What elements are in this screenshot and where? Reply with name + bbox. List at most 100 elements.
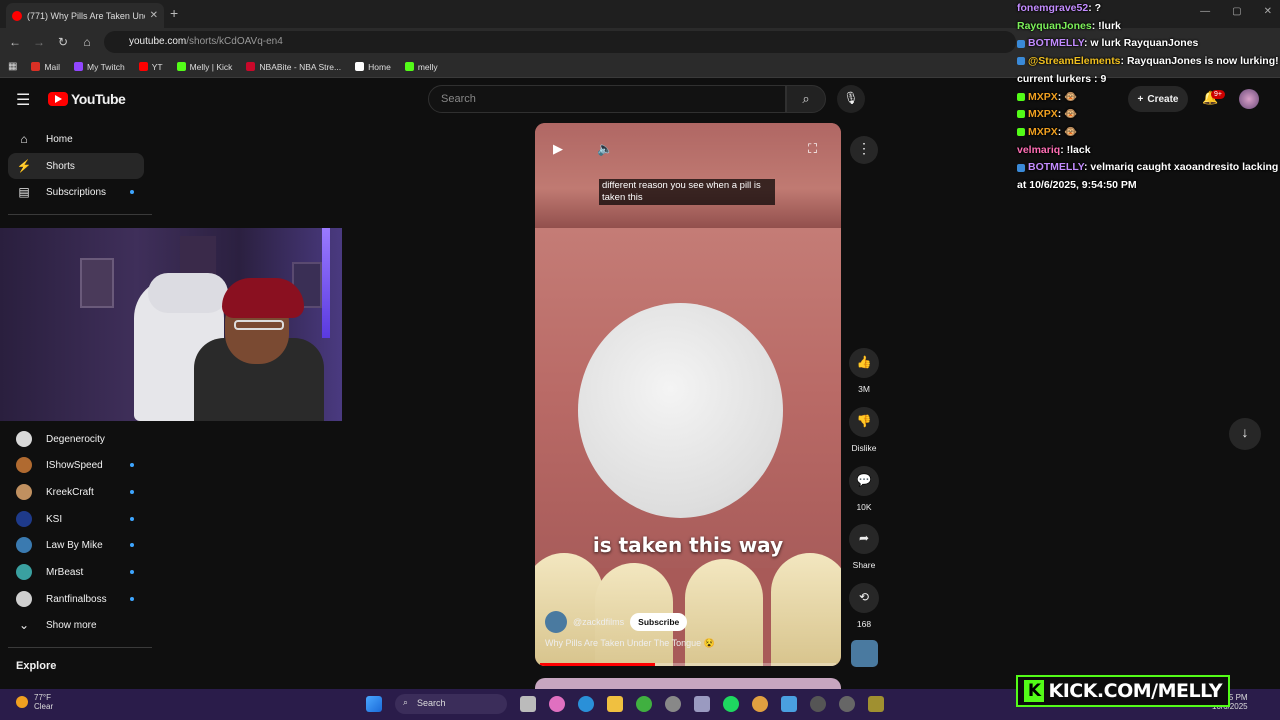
chat-username: @StreamElements <box>1028 55 1121 68</box>
subscribe-button[interactable]: Subscribe <box>630 613 688 631</box>
bookmark-melly-kick[interactable]: Melly | Kick <box>176 62 232 72</box>
media-player-icon[interactable] <box>810 696 826 712</box>
chat-message: @StreamElements: RayquanJones is now lur… <box>1017 53 1280 71</box>
chevron-down-icon: ⌄ <box>18 618 30 632</box>
fullscreen-icon[interactable]: ⛶ <box>808 141 817 157</box>
app-icon[interactable] <box>868 696 884 712</box>
bookmark-home[interactable]: Home <box>355 62 391 72</box>
remix-source-thumbnail[interactable] <box>851 640 878 667</box>
chat-username: RayquanJones <box>1017 19 1092 32</box>
new-tab-button[interactable]: + <box>170 5 178 21</box>
chat-text: : ? <box>1088 2 1102 14</box>
chat-message: MXPX: 🐵 <box>1017 89 1280 107</box>
like-button[interactable]: 👍 3M <box>849 348 879 394</box>
youtube-logo[interactable]: YouTube <box>48 91 126 107</box>
forward-icon[interactable]: → <box>27 35 51 49</box>
tooth <box>771 553 841 666</box>
top-caption: different reason you see when a pill is … <box>599 179 775 205</box>
shorts-player[interactable]: different reason you see when a pill is … <box>535 123 841 666</box>
taskbar-search[interactable]: ⌕ Search <box>395 694 507 714</box>
sidebar-item-home[interactable]: ⌂ Home <box>8 126 144 152</box>
chat-message: current lurkers : 9 <box>1017 71 1280 89</box>
sidebar-channel-mrbeast[interactable]: MrBeast <box>8 559 144 585</box>
kick-k-icon: K <box>1024 680 1045 702</box>
store-icon[interactable] <box>694 696 710 712</box>
browser-tab[interactable]: (771) Why Pills Are Taken Unde ✕ <box>6 3 164 28</box>
sidebar-channel-law-by-mike[interactable]: Law By Mike <box>8 532 144 558</box>
remix-button[interactable]: ⟲ 168 <box>849 583 879 629</box>
new-content-dot <box>130 597 134 601</box>
copilot-icon[interactable] <box>549 696 565 712</box>
chrome-icon[interactable] <box>752 696 768 712</box>
sidebar-channel-degenerocity[interactable]: Degenerocity <box>8 426 144 452</box>
task-view-icon[interactable] <box>520 696 536 712</box>
bookmark-mail[interactable]: Mail <box>31 62 60 72</box>
edge-icon[interactable] <box>578 696 594 712</box>
channel-avatar <box>16 537 32 553</box>
sidebar-channel-ishowspeed[interactable]: IShowSpeed <box>8 452 144 478</box>
stream-chat-overlay: fonemgrave52: ? RayquanJones: !lurk BOTMEL… <box>1017 0 1280 195</box>
mail-icon <box>31 62 41 71</box>
menu-icon[interactable]: ☰ <box>16 90 30 110</box>
chat-badge-icon <box>1017 163 1025 172</box>
home-icon[interactable]: ⌂ <box>75 35 99 49</box>
new-content-dot <box>130 190 134 194</box>
url-field[interactable]: youtube.com/shorts/kCdOAVq-en4 <box>104 31 1016 53</box>
bookmark-nbabite[interactable]: NBABite - NBA Stre... <box>246 62 341 72</box>
youtube-favicon-icon <box>12 10 22 21</box>
tab-title: (771) Why Pills Are Taken Unde <box>27 10 145 21</box>
sidebar-channel-rantfinalboss[interactable]: Rantfinalboss <box>8 586 144 612</box>
share-button[interactable]: ➦ Share <box>849 524 879 570</box>
sidebar-channel-kreekcraft[interactable]: KreekCraft <box>8 479 144 505</box>
chat-message: fonemgrave52: ? <box>1017 0 1280 18</box>
app-icon[interactable] <box>839 696 855 712</box>
progress-bar <box>540 663 656 666</box>
share-label: Share <box>852 560 876 570</box>
sidebar-divider <box>8 647 152 648</box>
sidebar-item-shorts[interactable]: ⚡ Shorts <box>8 153 144 179</box>
file-explorer-icon[interactable] <box>607 696 623 712</box>
channel-avatar[interactable] <box>545 611 567 633</box>
channel-avatar <box>16 484 32 500</box>
back-icon[interactable]: ← <box>3 35 27 49</box>
comment-count: 10K <box>856 502 872 512</box>
chat-message: at 10/6/2025, 9:54:50 PM <box>1017 177 1280 195</box>
channel-avatar <box>16 591 32 607</box>
video-title[interactable]: Why Pills Are Taken Under The Tongue 😵 <box>545 638 715 649</box>
weather-widget[interactable]: 77°F Clear <box>16 693 53 711</box>
weather-condition: Clear <box>34 702 54 711</box>
volume-icon[interactable]: 🔈 <box>597 141 613 157</box>
streamer-webcam <box>0 228 342 421</box>
chat-message: velmariq: !lack <box>1017 142 1280 160</box>
bookmark-my-twitch[interactable]: My Twitch <box>74 62 125 72</box>
search-button[interactable]: ⌕ <box>786 85 826 113</box>
xbox-icon[interactable] <box>636 696 652 712</box>
play-icon[interactable]: ▶ <box>553 141 563 157</box>
next-short-button[interactable]: ↓ <box>1229 418 1261 450</box>
spotify-icon[interactable] <box>723 696 739 712</box>
channel-avatar <box>16 457 32 473</box>
close-tab-icon[interactable]: ✕ <box>150 10 158 21</box>
dislike-button[interactable]: 👎 Dislike <box>849 407 879 453</box>
apps-icon[interactable]: ▦ <box>8 61 17 72</box>
start-windows-icon[interactable] <box>366 696 382 712</box>
new-content-dot <box>130 543 134 547</box>
voice-search-button[interactable]: 🎙 <box>837 85 865 113</box>
comment-button[interactable]: 💬 10K <box>849 466 879 512</box>
sidebar-channel-ksi[interactable]: KSI <box>8 506 144 532</box>
more-options-button[interactable]: ⋮ <box>850 136 878 164</box>
github-icon[interactable] <box>665 696 681 712</box>
sidebar-item-subscriptions[interactable]: ▤ Subscriptions <box>8 179 144 205</box>
channel-name[interactable]: @zackdfilms <box>573 617 624 627</box>
chat-username: MXPX <box>1028 125 1058 138</box>
bookmark-melly[interactable]: melly <box>404 62 438 72</box>
twitch-icon <box>74 62 84 71</box>
show-more-button[interactable]: ⌄ Show more <box>8 612 144 638</box>
url-domain: youtube.com <box>129 36 187 47</box>
photos-icon[interactable] <box>781 696 797 712</box>
chat-message: BOTMELLY: velmariq caught xaoandresito l… <box>1017 159 1280 177</box>
search-input[interactable]: Search <box>428 85 786 113</box>
glasses <box>234 320 284 330</box>
bookmark-yt[interactable]: YT <box>138 62 163 72</box>
reload-icon[interactable]: ↻ <box>51 35 75 49</box>
